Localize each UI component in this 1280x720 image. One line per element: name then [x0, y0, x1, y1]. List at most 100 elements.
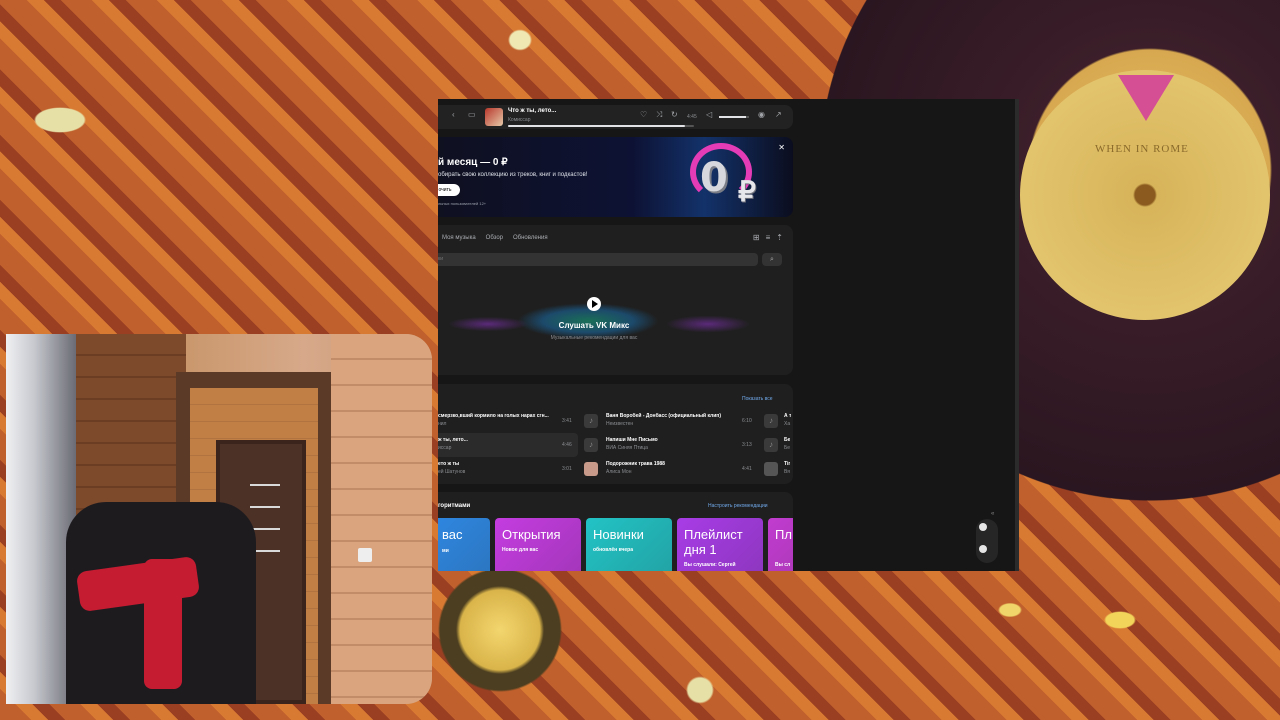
track-name: ето ж ты [438, 461, 460, 467]
rec-card[interactable]: Открытия Новое для вас [495, 518, 581, 571]
rec-card[interactable]: вас ми [438, 518, 490, 571]
banner-currency: ₽ [738, 176, 756, 207]
audio-player-bar: ‹ ▭ Что ж ты, лето... Комиссар ♡ ⤨ ↻ 4:4… [438, 105, 793, 129]
door-glass-strip [250, 528, 280, 530]
widget-avatar[interactable] [979, 523, 987, 531]
track-artist: иссар [438, 445, 452, 451]
wooden-wall [331, 334, 432, 704]
track-duration: 3:13 [742, 442, 752, 448]
track-row[interactable]: ♪ Бе Бе [764, 433, 793, 457]
card-subtitle: Новое для вас [502, 547, 539, 553]
broadcast-icon[interactable]: ◉ [758, 110, 765, 119]
track-row-active[interactable]: ж ты, лето... иссар 4:46 [438, 433, 578, 457]
upload-icon[interactable]: ⇡ [776, 233, 783, 242]
banner-note: льных пользователей 12+ [438, 201, 487, 206]
vk-music-window: ‹ ▭ Что ж ты, лето... Комиссар ♡ ⤨ ↻ 4:4… [438, 99, 1016, 571]
track-title[interactable]: Что ж ты, лето... [508, 108, 556, 114]
progress-fill [508, 125, 685, 127]
tab-my-music[interactable]: Моя музыка [442, 235, 476, 241]
rec-card[interactable]: Новинки обновлён вчера [586, 518, 672, 571]
music-tabs: Моя музыка Обзор Обновления [442, 235, 548, 241]
track-cover[interactable] [485, 108, 503, 126]
rec-card[interactable]: Плейлист дня 1 Вы слушали: Сергей [677, 518, 763, 571]
track-duration: 3:01 [562, 466, 572, 472]
banner-price: 0 [700, 155, 728, 201]
card-subtitle: ми [442, 548, 449, 554]
download-icon[interactable]: ⊞ [753, 233, 760, 242]
play-mix-button[interactable] [587, 297, 601, 311]
dislike-icon[interactable]: ♡ [640, 110, 647, 119]
track-duration: 4:41 [742, 466, 752, 472]
banner-button[interactable]: очить [438, 184, 460, 196]
track-artist: Алиса Мон [606, 469, 632, 475]
shuffle-icon[interactable]: ⤨ [656, 110, 662, 120]
volume-slider[interactable] [719, 116, 749, 118]
promo-banner: й месяц — 0 ₽ обирать свою коллекцию из … [438, 137, 793, 217]
playlist-add-icon[interactable]: ≡ [766, 233, 771, 242]
track-artist: Ха [784, 421, 791, 427]
track-duration: 6:10 [742, 418, 752, 424]
card-title: Плейлист дня 1 [684, 527, 743, 557]
tab-actions: ⊞ ≡ ⇡ [753, 233, 783, 242]
track-cover [764, 462, 778, 476]
repeat-icon[interactable]: ↻ [671, 110, 678, 119]
collapse-icon[interactable]: « [991, 511, 994, 517]
vk-mix-block[interactable]: Слушать VK Микс Музыкальные рекомендации… [438, 269, 793, 369]
music-search-input[interactable]: ки [438, 253, 758, 266]
card-subtitle: Вы слушали: Сергей [684, 562, 736, 568]
recommendations-title: горитмами [438, 503, 471, 509]
track-name: ж ты, лето... [438, 437, 468, 443]
configure-recommendations-link[interactable]: Настроить рекомендации [708, 503, 768, 509]
show-all-link[interactable]: Показать все [742, 396, 773, 402]
banner-title: й месяц — 0 ₽ [438, 157, 508, 168]
door-glass-strip [250, 484, 280, 486]
track-row[interactable]: Tir Вя [764, 457, 793, 481]
tab-overview[interactable]: Обзор [486, 235, 503, 241]
track-column-2: ♪ Ваня Воробей - Донбасс (официальный кл… [584, 409, 760, 481]
mix-title: Слушать VK Микс [558, 321, 630, 330]
track-row[interactable]: ♪ Напиши Мне Письмо ВИА Синяя Птица 3:13 [584, 433, 760, 457]
card-title: Открытия [502, 527, 561, 542]
track-row[interactable]: ♪ А т Ха [764, 409, 793, 433]
light-switch [358, 548, 372, 562]
track-duration: 3:41 [562, 418, 572, 424]
record-label-text: WHEN IN ROME [1095, 143, 1189, 155]
share-icon[interactable]: ↗ [775, 110, 782, 119]
music-note-icon: ♪ [764, 438, 778, 452]
volume-icon[interactable]: ◁ [706, 110, 712, 119]
recommendations-panel: горитмами Настроить рекомендации вас ми … [438, 492, 793, 571]
track-artist: Бе [784, 445, 791, 451]
track-row[interactable]: Подорожник трава 1988 Алиса Мон 4:41 [584, 457, 760, 481]
window-scrollbar[interactable] [1015, 99, 1019, 571]
track-artist: Неизвестен [606, 421, 634, 427]
comments-icon[interactable]: ▭ [468, 110, 476, 119]
track-name: смерзко,вший кормило на голых нарах сгн.… [438, 413, 549, 419]
track-artist[interactable]: Комиссар [508, 117, 531, 123]
track-column-3: ♪ А т Ха ♪ Бе Бе Tir Вя [764, 409, 793, 481]
close-icon[interactable]: ✕ [778, 143, 785, 152]
music-main-panel: Моя музыка Обзор Обновления ⊞ ≡ ⇡ ки ⌕ С… [438, 225, 793, 375]
music-note-icon: ♪ [764, 414, 778, 428]
banner-subtitle: обирать свою коллекцию из треков, книг и… [438, 172, 588, 178]
track-name: А т [784, 413, 792, 419]
track-row[interactable]: смерзко,вший кормило на голых нарах сгн.… [438, 409, 578, 433]
track-name: Tir [784, 461, 791, 467]
back-icon[interactable]: ‹ [452, 110, 455, 119]
track-progress-bar[interactable] [508, 125, 694, 127]
card-title: Новинки [593, 527, 644, 542]
track-cover [584, 462, 598, 476]
track-artist: ВИА Синяя Птица [606, 445, 648, 451]
track-column-1: смерзко,вший кормило на голых нарах сгн.… [438, 409, 578, 481]
widget-avatar[interactable] [979, 545, 987, 553]
tab-updates[interactable]: Обновления [513, 235, 548, 241]
card-title: вас [442, 527, 463, 542]
track-row[interactable]: ето ж ты ей Шатунов 3:01 [438, 457, 578, 481]
rec-card[interactable]: Пл дн Вы сл [768, 518, 793, 571]
track-artist: нил [438, 421, 447, 427]
track-row[interactable]: ♪ Ваня Воробей - Донбасс (официальный кл… [584, 409, 760, 433]
music-note-icon: ♪ [584, 414, 598, 428]
search-icon[interactable]: ⌕ [762, 253, 782, 266]
red-scarf [144, 559, 182, 689]
track-name: Напиши Мне Письмо [606, 437, 658, 443]
mix-subtitle: Музыкальные рекомендации для вас [550, 335, 638, 341]
